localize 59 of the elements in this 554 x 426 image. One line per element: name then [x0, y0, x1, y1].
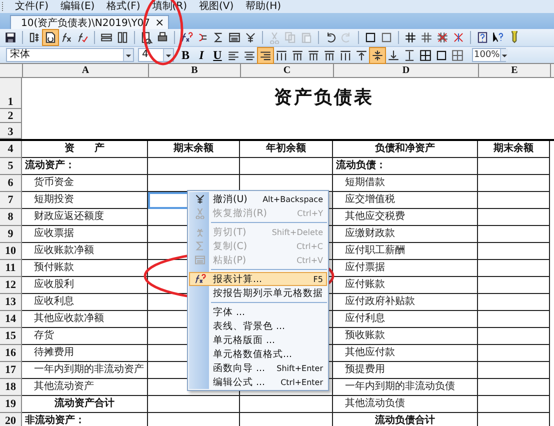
- menu-item-label: 表线、背景色 ...: [212, 320, 286, 332]
- table-cell: 其他流动资产: [22, 379, 148, 396]
- table-cell: 期末余额: [478, 141, 550, 158]
- shortcut-label: Shift+Delete: [272, 228, 324, 236]
- table-cell: 短期投资: [22, 192, 148, 209]
- menu-item-label: 字体 ...: [212, 306, 246, 318]
- sheet-title: 资产负债表: [274, 87, 374, 107]
- table-cell: 应收利息: [22, 294, 148, 311]
- table-cell: 应缴财政款: [333, 226, 478, 243]
- shortcut-label: Ctrl+C: [296, 242, 324, 250]
- shortcut-label: Alt+Backspace: [262, 194, 324, 204]
- table-cell: 年初余额: [240, 141, 333, 158]
- menu-item-label: 粘贴(P): [212, 254, 248, 266]
- table-cell: 应收股利: [22, 277, 148, 294]
- table-cell: 预付账款: [22, 260, 148, 277]
- table-cell: 应收账款净额: [22, 243, 148, 260]
- table-cell: 其他应交税费: [333, 209, 478, 226]
- table-cell: 一年内到期的非流动资产: [22, 362, 148, 379]
- shortcut-label: Ctrl+V: [296, 256, 324, 264]
- table-cell: 期末余额: [148, 141, 240, 158]
- menu-item-label: 单元格数值格式...: [212, 348, 294, 360]
- menu-item-label: 撤消(U): [212, 192, 248, 206]
- table-cell: 其他应收款净额: [22, 311, 148, 328]
- menu-item-label: 按报告期列示单元格数据: [212, 286, 324, 300]
- table-cell: 短期借款: [333, 175, 478, 192]
- table-cell: 货币资金: [22, 175, 148, 192]
- table-cell: 应付职工薪酬: [333, 243, 478, 260]
- table-cell: 应付账款: [333, 277, 478, 294]
- table-cell: 存货: [22, 328, 148, 345]
- table-cell: 流动负债合计: [333, 413, 478, 426]
- table-cell: 其他流动负债: [333, 396, 478, 413]
- table-cell: 财政应返还额度: [22, 209, 148, 226]
- table-cell: 流动负债：: [333, 158, 478, 175]
- table-cell: 应付利息: [333, 311, 478, 328]
- shortcut-label: Shift+Enter: [276, 364, 324, 372]
- table-cell: 其他应付款: [333, 345, 478, 362]
- table-cell: 待摊费用: [22, 345, 148, 362]
- table-cell: 应付票据: [333, 260, 478, 277]
- table-cell: 流动资产合计: [22, 396, 148, 413]
- table-cell: 预提费用: [333, 362, 478, 379]
- menu-item-label: 编辑公式 ...: [212, 376, 266, 388]
- table-cell: 一年内到期的非流动负债: [333, 379, 478, 396]
- table-cell: 应收票据: [22, 226, 148, 243]
- table-cell: 非流动资产：: [22, 413, 148, 426]
- shortcut-label: Ctrl+Y: [297, 208, 324, 218]
- menu-item-label: 报表计算...: [212, 272, 264, 286]
- menu-item-label: 复制(C): [212, 240, 248, 252]
- table-cell: 资 产: [22, 141, 148, 158]
- shortcut-label: Ctrl+Enter: [280, 378, 324, 386]
- table-cell: 应交增值税: [333, 192, 478, 209]
- menu-item-label: 剪切(T): [212, 226, 248, 238]
- table-cell: 负债和净资产: [333, 141, 478, 158]
- menu-item-label: 恢复撤消(R): [212, 206, 268, 220]
- menu-item-label: 单元格版面 ...: [212, 334, 276, 346]
- menu-item-label: 函数向导 ...: [212, 362, 266, 374]
- table-cell: 应付政府补贴款: [333, 294, 478, 311]
- table-cell: 预收账款: [333, 328, 478, 345]
- table-cell: 流动资产：: [22, 158, 148, 175]
- shortcut-label: F5: [313, 274, 324, 284]
